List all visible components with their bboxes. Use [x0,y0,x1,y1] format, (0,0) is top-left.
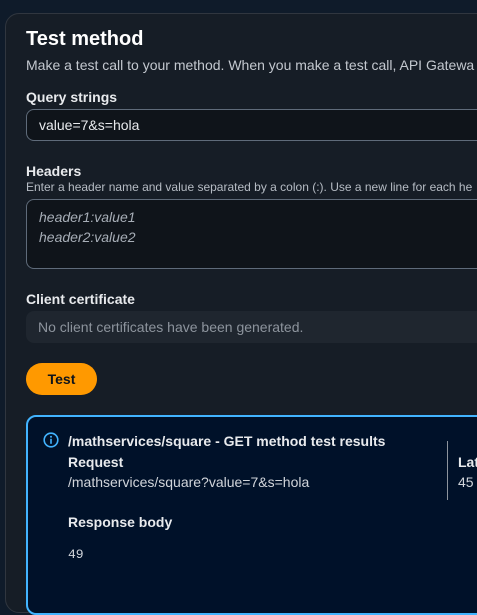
response-body-label: Response body [68,514,173,530]
latency-label: Lat [458,454,477,470]
client-certificate-select[interactable]: No client certificates have been generat… [26,311,477,343]
info-icon [43,432,59,448]
headers-label: Headers [26,163,82,179]
headers-description: Enter a header name and value separated … [26,180,473,194]
headers-textarea[interactable]: header1:value1 header2:value2 [26,199,477,269]
client-certificate-label: Client certificate [26,291,135,307]
latency-value: 45 [458,474,474,490]
response-body-value: 49 [68,547,84,562]
test-button[interactable]: Test [26,363,97,395]
request-value: /mathservices/square?value=7&s=hola [68,474,310,490]
page-subtitle: Make a test call to your method. When yo… [26,57,475,73]
results-divider [447,441,448,500]
page-title: Test method [26,28,144,50]
results-title: /mathservices/square - GET method test r… [68,433,386,449]
query-strings-input[interactable]: value=7&s=hola [26,109,477,141]
query-strings-label: Query strings [26,89,118,105]
request-label: Request [68,454,124,470]
